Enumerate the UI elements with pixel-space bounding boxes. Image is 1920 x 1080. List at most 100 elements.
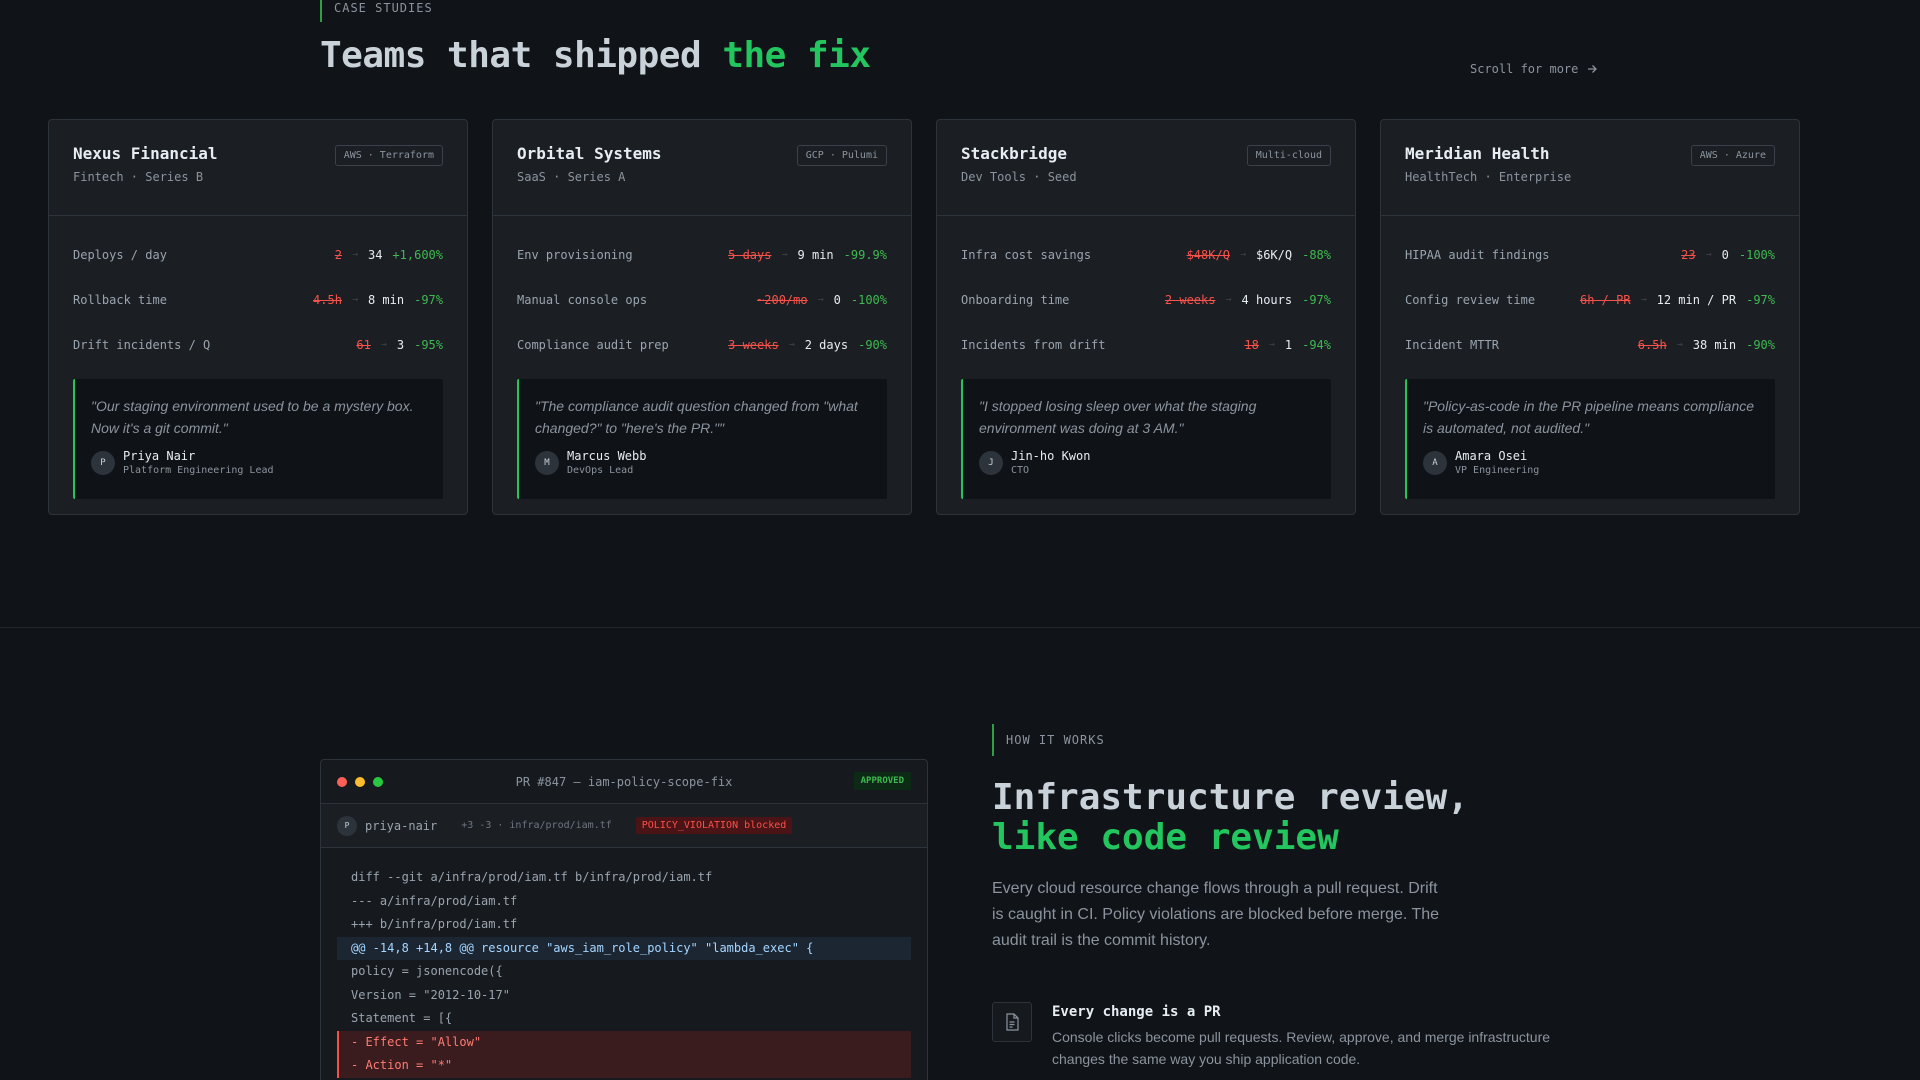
metric-row: Incidents from drift 18 → 1 -94% (961, 322, 1331, 367)
avatar: M (535, 450, 559, 475)
arrow-right-icon: → (1268, 339, 1275, 350)
metric-delta: -100% (850, 292, 887, 307)
pr-author[interactable]: priya-nair (365, 819, 437, 833)
section-divider (0, 627, 1920, 628)
metric-before: 6h / PR (1580, 292, 1631, 307)
diff-hunk-header: @@ -14,8 +14,8 @@ resource "aws_iam_role… (337, 936, 911, 960)
metric-after: 34 (367, 247, 383, 262)
stack-tag: AWS · Azure (1690, 145, 1775, 166)
author-name: Marcus Webb (567, 449, 647, 463)
metric-before: 5 days (728, 247, 772, 262)
how-it-works-eyebrow: HOW IT WORKS (992, 724, 1105, 756)
document-icon (992, 1002, 1032, 1042)
case-studies-eyebrow: CASE STUDIES (320, 0, 433, 22)
stack-tag: GCP · Pulumi (796, 145, 887, 166)
pr-window: PR #847 — iam-policy-scope-fix APPROVED … (320, 759, 928, 1080)
company-subtitle: Dev Tools · Seed (961, 170, 1077, 184)
author-role: VP Engineering (1455, 465, 1540, 476)
close-dot-icon[interactable] (337, 776, 347, 787)
quote-text: "I stopped losing sleep over what the st… (979, 398, 1257, 436)
metric-after: 0 (1721, 247, 1729, 262)
metric-label: Manual console ops (517, 292, 648, 307)
arrow-right-icon: → (1239, 249, 1246, 260)
metric-label: Rollback time (73, 292, 167, 307)
title-line-2: like code review (992, 817, 1339, 858)
metric-label: Incident MTTR (1405, 337, 1499, 352)
avatar: P (91, 450, 115, 475)
metric-label: Infra cost savings (961, 247, 1092, 262)
quote-author: P Priya Nair Platform Engineering Lead (91, 449, 427, 476)
minimize-dot-icon[interactable] (355, 776, 365, 787)
metric-delta: +1,600% (392, 247, 443, 262)
metric-label: Deploys / day (73, 247, 167, 262)
metric-row: Onboarding time 2 weeks → 4 hours -97% (961, 277, 1331, 322)
metric-delta: -97% (414, 292, 443, 307)
case-study-card: Meridian Health HealthTech · Enterprise … (1380, 119, 1800, 515)
metric-label: Env provisioning (517, 247, 633, 262)
testimonial-quote: "I stopped losing sleep over what the st… (961, 379, 1331, 499)
diff-line: diff --git a/infra/prod/iam.tf b/infra/p… (351, 870, 713, 884)
metric-row: HIPAA audit findings 23 → 0 -100% (1405, 232, 1775, 277)
diff-view: diff --git a/infra/prod/iam.tf b/infra/p… (321, 848, 927, 1078)
metric-after: 38 min (1692, 337, 1737, 352)
maximize-dot-icon[interactable] (373, 776, 383, 787)
pr-meta-bar: P priya-nair +3 -3 · infra/prod/iam.tf P… (321, 804, 927, 848)
stack-tag: Multi-cloud (1246, 145, 1331, 166)
case-study-cards: Nexus Financial Fintech · Series B AWS ·… (48, 119, 1800, 515)
card-header: Nexus Financial Fintech · Series B AWS ·… (49, 120, 467, 216)
metrics-list: Env provisioning 5 days → 9 min -99.9% M… (493, 216, 911, 367)
metric-label: Compliance audit prep (517, 337, 669, 352)
metric-before: 6.5h (1637, 337, 1667, 352)
diff-line: +++ b/infra/prod/iam.tf (351, 917, 518, 931)
metric-label: Drift incidents / Q (73, 337, 211, 352)
pr-stats: +3 -3 · infra/prod/iam.tf (461, 820, 612, 831)
arrow-right-icon: → (781, 249, 788, 260)
metric-before: ~200/mo (757, 292, 808, 307)
arrow-right-icon: → (788, 339, 795, 350)
metric-after: 4 hours (1241, 292, 1293, 307)
card-header: Meridian Health HealthTech · Enterprise … (1381, 120, 1799, 216)
title-line-1: Infrastructure review, (992, 777, 1469, 818)
scroll-for-more-link[interactable]: Scroll for more (1470, 62, 1598, 76)
quote-text: "Policy-as-code in the PR pipeline means… (1423, 398, 1755, 436)
feature-title: Every change is a PR (1052, 1004, 1221, 1020)
metrics-list: Infra cost savings $48K/Q → $6K/Q -88% O… (937, 216, 1355, 367)
metric-row: Env provisioning 5 days → 9 min -99.9% (517, 232, 887, 277)
metric-row: Incident MTTR 6.5h → 38 min -90% (1405, 322, 1775, 367)
avatar: J (979, 450, 1003, 475)
arrow-right-icon: → (380, 339, 387, 350)
testimonial-quote: "Our staging environment used to be a my… (73, 379, 443, 499)
metric-row: Drift incidents / Q 61 → 3 -95% (73, 322, 443, 367)
diff-line-removed: - Effect = "Allow" (337, 1030, 911, 1054)
quote-text: "The compliance audit question changed f… (535, 398, 858, 436)
metric-row: Rollback time 4.5h → 8 min -97% (73, 277, 443, 322)
case-study-card: Orbital Systems SaaS · Series A GCP · Pu… (492, 119, 912, 515)
author-role: Platform Engineering Lead (123, 465, 274, 476)
avatar: P (337, 815, 357, 836)
pr-titlebar: PR #847 — iam-policy-scope-fix APPROVED (321, 760, 927, 804)
case-study-card: Stackbridge Dev Tools · Seed Multi-cloud… (936, 119, 1356, 515)
metric-row: Manual console ops ~200/mo → 0 -100% (517, 277, 887, 322)
how-it-works-title: Infrastructure review, like code review (992, 778, 1469, 858)
status-badge: APPROVED (853, 772, 911, 790)
author-name: Priya Nair (123, 449, 196, 463)
metric-delta: -100% (1738, 247, 1775, 262)
metric-label: HIPAA audit findings (1405, 247, 1550, 262)
metric-delta: -90% (1746, 337, 1775, 352)
company-subtitle: SaaS · Series A (517, 170, 626, 184)
author-name: Amara Osei (1455, 449, 1528, 463)
arrow-right-icon: → (1225, 294, 1232, 305)
metrics-list: HIPAA audit findings 23 → 0 -100% Config… (1381, 216, 1799, 367)
metric-delta: -94% (1302, 337, 1331, 352)
metric-before: 18 (1244, 337, 1259, 352)
metric-after: $6K/Q (1255, 247, 1293, 262)
metric-delta: -90% (858, 337, 887, 352)
feature-item: Every change is a PR Console clicks beco… (992, 1002, 1572, 1070)
diff-line: Version = "2012-10-17" (351, 987, 510, 1002)
metric-after: 12 min / PR (1656, 292, 1737, 307)
feature-description: Console clicks become pull requests. Rev… (1052, 1029, 1551, 1067)
arrow-right-icon: → (1705, 249, 1712, 260)
title-accent: the fix (722, 35, 871, 76)
metric-after: 3 (396, 337, 405, 352)
metric-delta: -95% (414, 337, 443, 352)
